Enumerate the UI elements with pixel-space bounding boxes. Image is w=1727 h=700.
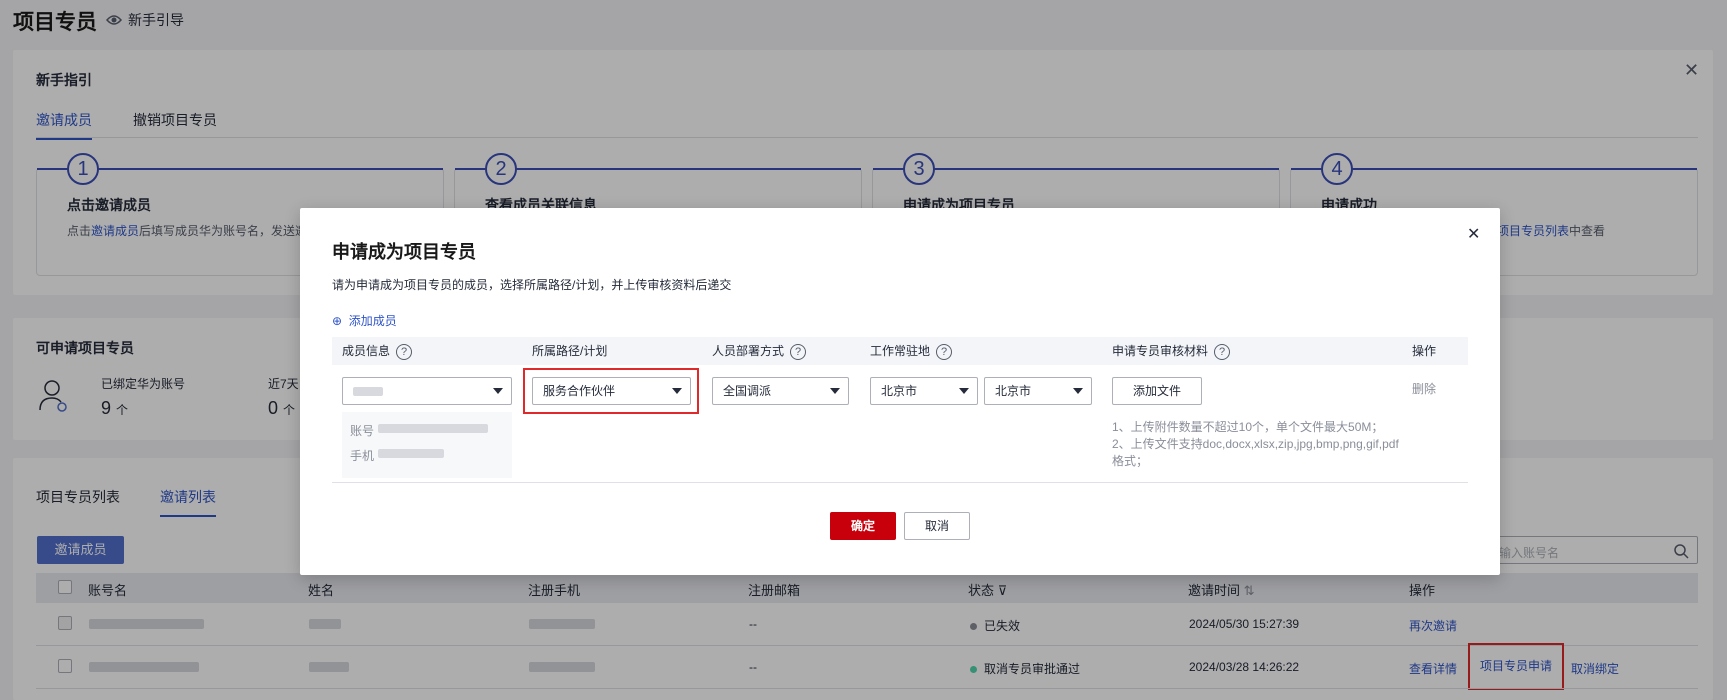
add-file-button[interactable]: 添加文件	[1112, 377, 1202, 405]
upload-hint-1: 1、上传附件数量不超过10个，单个文件最大50M；	[1112, 420, 1384, 434]
city-value: 北京市	[995, 384, 1032, 398]
phone-redacted	[378, 449, 444, 458]
phone-label: 手机	[350, 449, 375, 463]
deploy-mode-value: 全国调派	[723, 384, 772, 398]
chevron-down-icon	[959, 388, 969, 394]
confirm-button[interactable]: 确定	[830, 512, 896, 540]
path-plan-select[interactable]: 服务合作伙伴	[532, 377, 691, 405]
account-redacted	[378, 424, 488, 433]
apply-specialist-dialog: 申请成为项目专员 ✕ 请为申请成为项目专员的成员，选择所属路径/计划，并上传审核…	[300, 208, 1500, 575]
plus-circle-icon: ⊕	[332, 314, 343, 328]
chevron-down-icon	[672, 388, 682, 394]
member-info-box: 账号 手机	[342, 412, 512, 478]
dialog-title: 申请成为项目专员	[332, 242, 476, 262]
add-member-link[interactable]: ⊕ 添加成员	[332, 312, 397, 329]
col-work-location: 工作常驻地?	[870, 342, 953, 360]
help-icon[interactable]: ?	[790, 343, 807, 360]
chevron-down-icon	[493, 388, 503, 394]
chevron-down-icon	[1073, 388, 1083, 394]
dialog-close-icon[interactable]: ✕	[1467, 224, 1480, 244]
col-member-info: 成员信息?	[342, 342, 413, 360]
cancel-button[interactable]: 取消	[904, 512, 970, 540]
help-icon[interactable]: ?	[1214, 343, 1231, 360]
chevron-down-icon	[830, 388, 840, 394]
dialog-subtitle: 请为申请成为项目专员的成员，选择所属路径/计划，并上传审核资料后递交	[332, 278, 732, 292]
upload-hint-2: 2、上传文件支持doc,docx,xlsx,zip,jpg,bmp,png,gi…	[1112, 437, 1399, 451]
path-plan-value: 服务合作伙伴	[543, 384, 616, 398]
member-select[interactable]	[342, 377, 512, 405]
help-icon[interactable]: ?	[936, 343, 953, 360]
dialog-table-divider	[332, 482, 1468, 483]
member-redacted	[353, 387, 383, 397]
province-value: 北京市	[881, 384, 918, 398]
col-dialog-actions: 操作	[1412, 344, 1437, 358]
upload-hint-3: 格式；	[1112, 454, 1149, 468]
account-label: 账号	[350, 424, 375, 438]
delete-row-button[interactable]: 删除	[1412, 380, 1436, 397]
col-review-materials: 申请专员审核材料?	[1112, 342, 1231, 360]
col-path-plan: 所属路径/计划	[532, 344, 608, 358]
help-icon[interactable]: ?	[396, 343, 413, 360]
deploy-mode-select[interactable]: 全国调派	[712, 377, 849, 405]
province-select[interactable]: 北京市	[870, 377, 978, 405]
col-deploy-mode: 人员部署方式?	[712, 342, 807, 360]
city-select[interactable]: 北京市	[984, 377, 1092, 405]
